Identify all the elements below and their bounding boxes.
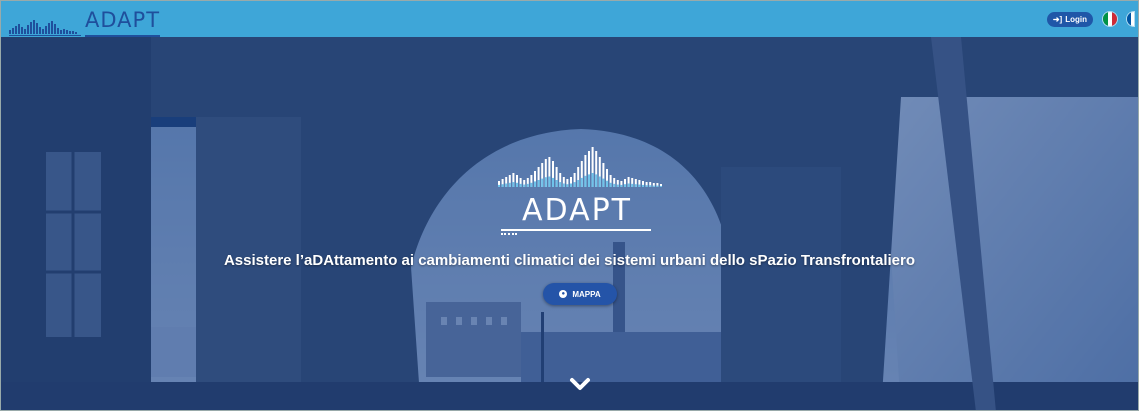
scroll-down-button[interactable] <box>569 377 591 396</box>
globe-icon: ● <box>559 290 568 298</box>
language-french-flag-icon[interactable] <box>1127 12 1134 26</box>
login-label: Login <box>1065 14 1087 24</box>
soundwave-logo-icon <box>9 20 81 36</box>
chevron-down-icon <box>570 378 590 390</box>
top-right-controls: ➜] Login <box>1046 11 1138 27</box>
brand-name: ADAPT <box>85 10 161 37</box>
hero-logo-text: ADAPT <box>521 193 633 228</box>
hero-tagline: Assistere l’aDAttamento ai cambiamenti c… <box>223 252 916 269</box>
hero-logo-underline <box>501 229 651 231</box>
map-button-label: MAPPA <box>572 289 601 299</box>
hero-soundwave-logo-icon <box>498 147 662 187</box>
login-button[interactable]: ➜] Login <box>1046 11 1093 27</box>
flag-stripe <box>1130 12 1134 26</box>
page: ADAPT ➜] Login ADAPT Assistere l’aDAttam… <box>0 0 1139 411</box>
hero-section: ADAPT Assistere l’aDAttamento ai cambiam… <box>1 37 1138 410</box>
brand-logo[interactable]: ADAPT <box>1 1 161 37</box>
top-navbar: ADAPT ➜] Login <box>1 1 1138 37</box>
flag-stripe <box>1112 12 1117 26</box>
hero-logo-dots <box>501 233 517 237</box>
sign-in-icon: ➜] <box>1052 14 1063 24</box>
map-button[interactable]: ● MAPPA <box>543 283 617 305</box>
language-italian-flag-icon[interactable] <box>1103 12 1117 26</box>
